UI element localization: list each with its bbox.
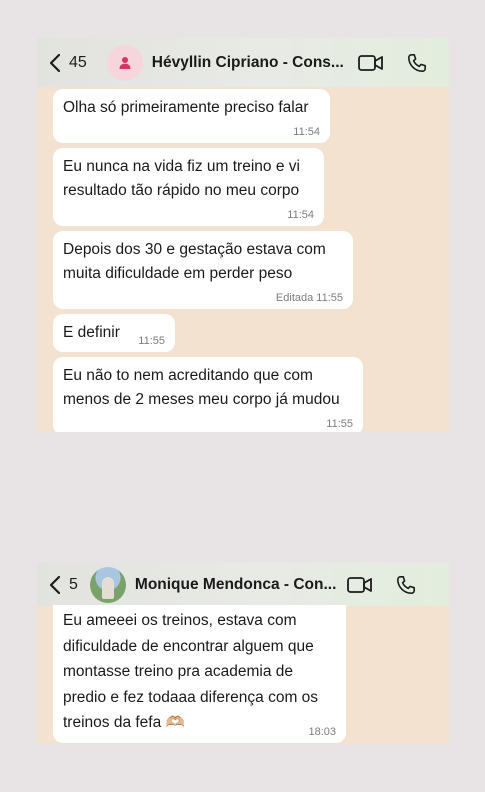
- message-bubble[interactable]: Eu ameeei os treinos, estava com dificul…: [53, 605, 346, 743]
- contact-name[interactable]: Monique Mendonca - Con...: [135, 576, 336, 594]
- contact-name[interactable]: Hévyllin Cipriano - Cons...: [152, 54, 347, 72]
- message-text: Eu nunca na vida fiz um treino e vi resu…: [63, 158, 300, 199]
- unread-count: 45: [69, 53, 87, 71]
- message-time: 11:54: [287, 209, 314, 221]
- message-time: 11:55: [138, 335, 165, 347]
- phone-icon[interactable]: [396, 575, 416, 595]
- chat-header: 45 Hévyllin Cipriano - Cons...: [37, 38, 449, 87]
- message-bubble[interactable]: Depois dos 30 e gestação estava com muit…: [53, 231, 353, 309]
- chevron-left-icon: [48, 53, 61, 73]
- chat-screenshot-2: 5 Monique Mendonca - Con... Eu ameeei os…: [37, 563, 449, 744]
- chat-screenshot-1: 45 Hévyllin Cipriano - Cons... Olha só p…: [37, 38, 449, 432]
- person-icon: [118, 56, 132, 70]
- back-button[interactable]: 5: [48, 575, 78, 595]
- message-bubble[interactable]: Eu não to nem acreditando que com menos …: [53, 357, 363, 432]
- message-time: 11:55: [326, 418, 353, 430]
- message-time: 18:03: [308, 726, 336, 738]
- message-text: Eu não to nem acreditando que com menos …: [63, 367, 340, 408]
- video-camera-icon[interactable]: [347, 576, 373, 594]
- avatar[interactable]: [89, 566, 126, 603]
- message-time: Editada 11:55: [275, 292, 343, 304]
- message-text: Eu ameeei os treinos, estava com dificul…: [63, 612, 319, 731]
- phone-icon[interactable]: [407, 53, 427, 73]
- message-bubble[interactable]: Olha só primeiramente preciso falar 11:5…: [53, 89, 330, 143]
- message-text: Olha só primeiramente preciso falar: [63, 99, 309, 116]
- chat-header: 5 Monique Mendonca - Con...: [37, 563, 449, 606]
- avatar[interactable]: [106, 44, 143, 81]
- message-bubble[interactable]: Eu nunca na vida fiz um treino e vi resu…: [53, 148, 324, 226]
- message-text: Depois dos 30 e gestação estava com muit…: [63, 241, 326, 282]
- video-camera-icon[interactable]: [357, 54, 384, 72]
- back-button[interactable]: 45: [48, 53, 87, 73]
- chevron-left-icon: [48, 575, 61, 595]
- message-time: 11:54: [293, 126, 320, 138]
- message-bubble[interactable]: E definir 11:55: [53, 314, 175, 352]
- unread-count: 5: [69, 575, 78, 593]
